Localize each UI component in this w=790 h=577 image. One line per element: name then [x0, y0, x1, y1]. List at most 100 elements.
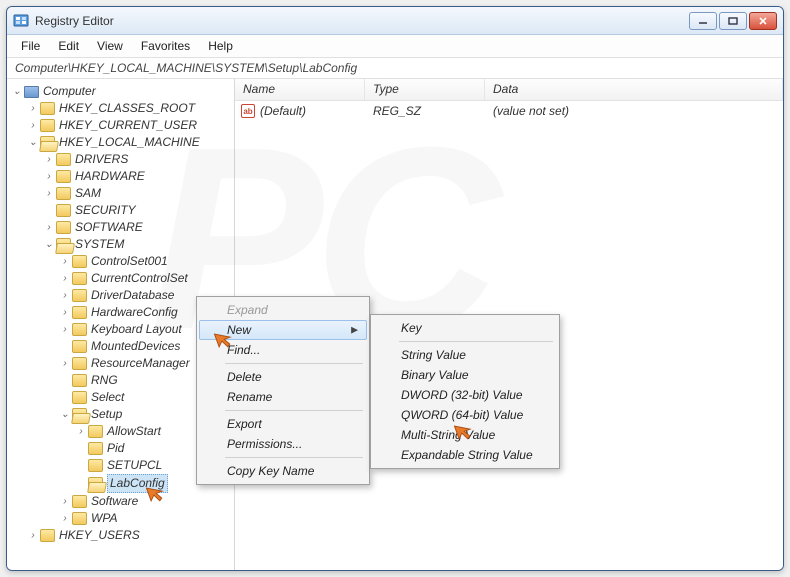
folder-icon — [56, 221, 71, 234]
folder-icon — [72, 512, 87, 525]
chevron-down-icon[interactable]: ⌄ — [59, 409, 71, 421]
context-menu: Expand New▶ Find... Delete Rename Export… — [196, 296, 370, 485]
chevron-right-icon[interactable]: › — [59, 496, 71, 508]
col-header-name[interactable]: Name — [235, 79, 365, 100]
chevron-right-icon[interactable]: › — [43, 154, 55, 166]
tree-soft2[interactable]: Software — [91, 493, 138, 510]
ctx-new-key[interactable]: Key — [373, 318, 557, 338]
string-value-icon: ab — [241, 104, 255, 118]
chevron-right-icon[interactable]: › — [59, 358, 71, 370]
tree-pid[interactable]: Pid — [107, 440, 124, 457]
ctx-new-expandstring[interactable]: Expandable String Value — [373, 445, 557, 465]
tree-drvdb[interactable]: DriverDatabase — [91, 287, 174, 304]
chevron-right-icon[interactable]: › — [27, 120, 39, 132]
tree-hkcr[interactable]: HKEY_CLASSES_ROOT — [59, 100, 195, 117]
chevron-right-icon[interactable]: › — [43, 171, 55, 183]
folder-icon — [56, 187, 71, 200]
chevron-right-icon[interactable]: › — [59, 324, 71, 336]
tree-setup[interactable]: Setup — [91, 406, 122, 423]
col-header-data[interactable]: Data — [485, 79, 783, 100]
folder-icon — [56, 153, 71, 166]
tree-drivers[interactable]: DRIVERS — [75, 151, 128, 168]
ctx-expand[interactable]: Expand — [199, 300, 367, 320]
titlebar[interactable]: Registry Editor — [7, 7, 783, 35]
tree-labconfig[interactable]: LabConfig — [107, 474, 168, 493]
tree-hku[interactable]: HKEY_USERS — [59, 527, 140, 544]
tree-hardware[interactable]: HARDWARE — [75, 168, 145, 185]
ctx-new-dword[interactable]: DWORD (32-bit) Value — [373, 385, 557, 405]
folder-icon — [88, 442, 103, 455]
folder-open-icon — [40, 136, 55, 149]
ctx-delete[interactable]: Delete — [199, 367, 367, 387]
folder-icon — [72, 289, 87, 302]
folder-open-icon — [56, 238, 71, 251]
tree-security[interactable]: SECURITY — [75, 202, 136, 219]
menu-help[interactable]: Help — [200, 37, 241, 55]
maximize-button[interactable] — [719, 12, 747, 30]
chevron-right-icon[interactable]: › — [27, 530, 39, 542]
tree-kbd[interactable]: Keyboard Layout — [91, 321, 182, 338]
chevron-right-icon[interactable]: › — [59, 307, 71, 319]
folder-icon — [72, 391, 87, 404]
folder-icon — [40, 119, 55, 132]
tree-sam[interactable]: SAM — [75, 185, 101, 202]
computer-icon — [24, 86, 39, 98]
menu-favorites[interactable]: Favorites — [133, 37, 198, 55]
minimize-button[interactable] — [689, 12, 717, 30]
folder-open-icon — [88, 477, 103, 490]
separator — [225, 363, 363, 364]
ctx-new[interactable]: New▶ — [199, 320, 367, 340]
ctx-new-string[interactable]: String Value — [373, 345, 557, 365]
ctx-export[interactable]: Export — [199, 414, 367, 434]
chevron-right-icon[interactable]: › — [59, 273, 71, 285]
tree-rng[interactable]: RNG — [91, 372, 118, 389]
address-path: Computer\HKEY_LOCAL_MACHINE\SYSTEM\Setup… — [15, 61, 357, 75]
tree-hkcu[interactable]: HKEY_CURRENT_USER — [59, 117, 197, 134]
ctx-find[interactable]: Find... — [199, 340, 367, 360]
menu-file[interactable]: File — [13, 37, 48, 55]
folder-icon — [72, 306, 87, 319]
chevron-right-icon[interactable]: › — [43, 188, 55, 200]
tree-resman[interactable]: ResourceManager — [91, 355, 190, 372]
folder-icon — [40, 102, 55, 115]
ctx-new-qword[interactable]: QWORD (64-bit) Value — [373, 405, 557, 425]
tree-mdev[interactable]: MountedDevices — [91, 338, 180, 355]
tree-software[interactable]: SOFTWARE — [75, 219, 143, 236]
chevron-down-icon[interactable]: ⌄ — [43, 239, 55, 251]
chevron-down-icon[interactable]: ⌄ — [27, 137, 39, 149]
value-type: REG_SZ — [365, 104, 485, 118]
ctx-new-binary[interactable]: Binary Value — [373, 365, 557, 385]
tree-select[interactable]: Select — [91, 389, 124, 406]
chevron-right-icon[interactable]: › — [75, 426, 87, 438]
tree-system[interactable]: SYSTEM — [75, 236, 124, 253]
chevron-right-icon[interactable]: › — [59, 290, 71, 302]
folder-icon — [40, 529, 55, 542]
tree-setupcl[interactable]: SETUPCL — [107, 457, 162, 474]
chevron-right-icon[interactable]: › — [59, 513, 71, 525]
app-icon — [13, 13, 29, 29]
chevron-right-icon[interactable]: › — [59, 256, 71, 268]
ctx-rename[interactable]: Rename — [199, 387, 367, 407]
ctx-permissions[interactable]: Permissions... — [199, 434, 367, 454]
chevron-down-icon[interactable]: ⌄ — [11, 86, 23, 98]
tree-allowstart[interactable]: AllowStart — [107, 423, 161, 440]
folder-open-icon — [72, 408, 87, 421]
tree-root[interactable]: Computer — [43, 83, 96, 100]
address-bar[interactable]: Computer\HKEY_LOCAL_MACHINE\SYSTEM\Setup… — [7, 57, 783, 79]
ctx-new-multistring[interactable]: Multi-String Value — [373, 425, 557, 445]
menu-view[interactable]: View — [89, 37, 131, 55]
tree-wpa[interactable]: WPA — [91, 510, 117, 527]
ctx-copy-key-name[interactable]: Copy Key Name — [199, 461, 367, 481]
tree-cs001[interactable]: ControlSet001 — [91, 253, 168, 270]
col-header-type[interactable]: Type — [365, 79, 485, 100]
menu-edit[interactable]: Edit — [50, 37, 87, 55]
folder-icon — [88, 459, 103, 472]
tree-hklm[interactable]: HKEY_LOCAL_MACHINE — [59, 134, 200, 151]
list-row[interactable]: ab(Default) REG_SZ (value not set) — [235, 101, 783, 121]
menubar: File Edit View Favorites Help — [7, 35, 783, 57]
tree-hwcfg[interactable]: HardwareConfig — [91, 304, 178, 321]
tree-ccs[interactable]: CurrentControlSet — [91, 270, 188, 287]
close-button[interactable] — [749, 12, 777, 30]
chevron-right-icon[interactable]: › — [27, 103, 39, 115]
chevron-right-icon[interactable]: › — [43, 222, 55, 234]
